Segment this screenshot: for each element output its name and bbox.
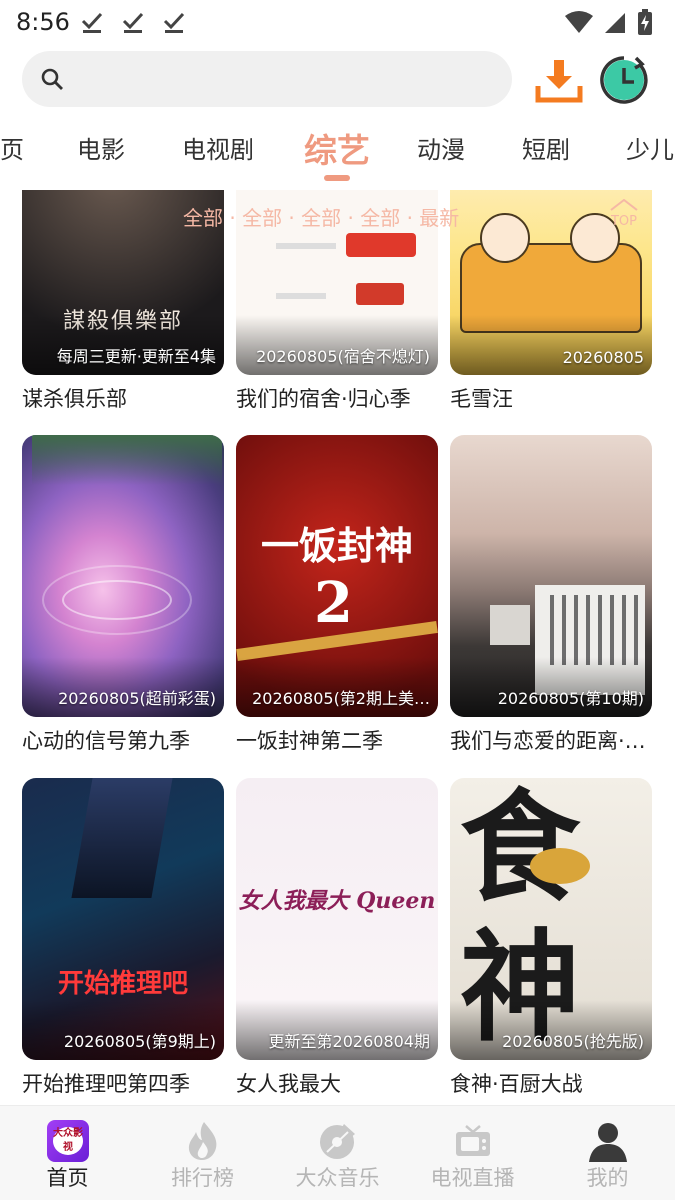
status-time: 8:56 [16,8,70,36]
nav-label: 大众音乐 [295,1166,380,1190]
item-title: 毛雪汪 [450,387,513,411]
filter-summary[interactable]: 全部 · 全部 · 全部 · 全部 · 最新 [183,202,459,231]
list-item[interactable]: 女人我最大 Queen 更新至第20260804期 女人我最大 [236,778,438,1098]
poster-season-number: 2 [314,570,353,636]
tab-variety[interactable]: 综艺 [304,124,370,172]
list-item[interactable]: 开始推理吧 20260805(第9期上) 开始推理吧第四季 [22,778,224,1098]
status-bar: 8:56 [0,0,675,44]
status-badge: 每周三更新·更新至4集 [56,347,216,366]
chevron-up-icon [610,198,638,211]
download-done-icon [81,12,103,33]
poster-title-art: 开始推理吧 [57,969,188,999]
poster-title-art: 一饭封神 [260,523,413,568]
poster: 女人我最大 Queen 更新至第20260804期 [236,778,438,1060]
status-badge: 20260805(超前彩蛋) [58,689,216,708]
tab-tv-series[interactable]: 电视剧 [182,130,254,165]
wifi-icon [565,11,593,33]
top-label: TOP [610,214,637,229]
tab-movies[interactable]: 电影 [77,130,125,165]
tab-kids[interactable]: 少儿 [626,130,674,165]
poster: 开始推理吧 20260805(第9期上) [22,778,224,1060]
status-badge: 20260805(宿舍不熄灯) [256,347,430,366]
list-item[interactable]: 20260805(超前彩蛋) 心动的信号第九季 [22,435,224,755]
item-title: 食神·百厨大战 [450,1072,583,1096]
item-title: 女人我最大 [236,1072,341,1096]
nav-ranking[interactable]: 排行榜 [135,1106,270,1200]
tv-icon [456,1125,490,1156]
download-done-icon [163,12,185,33]
nav-label: 我的 [586,1166,629,1190]
bottom-nav: 大众影视 首页 排行榜 大众音乐 电视直播 我的 [0,1105,675,1200]
download-button[interactable] [534,56,584,106]
back-to-top-button[interactable]: TOP [604,196,644,232]
status-badge: 20260805(抢先版) [502,1032,644,1051]
list-item[interactable]: 一饭封神 2 20260805(第2期上美… 一饭封神第二季 [236,435,438,755]
tab-anime[interactable]: 动漫 [417,130,465,165]
status-badge: 20260805(第10期) [497,689,644,708]
tab-home[interactable]: 页 [0,130,24,165]
item-title: 谋杀俱乐部 [22,387,127,411]
music-disc-icon [320,1124,355,1159]
nav-label: 首页 [46,1166,89,1190]
nav-home[interactable]: 大众影视 首页 [0,1106,135,1200]
app-logo-icon: 大众影视 [47,1120,89,1162]
tab-indicator [324,175,350,181]
status-badge: 20260805(第2期上美… [252,689,430,708]
poster-title-art: 女人我最大 Queen [238,888,436,914]
item-title: 我们与恋爱的距离·… [450,729,646,753]
nav-music[interactable]: 大众音乐 [270,1106,405,1200]
item-title: 我们的宿舍·归心季 [236,387,411,411]
list-item[interactable]: 食神 20260805(抢先版) 食神·百厨大战 [450,778,652,1098]
tab-short-drama[interactable]: 短剧 [522,130,570,165]
poster: 一饭封神 2 20260805(第2期上美… [236,435,438,717]
item-title: 一饭封神第二季 [236,729,383,753]
history-button[interactable] [600,56,648,104]
nav-profile[interactable]: 我的 [540,1106,675,1200]
search-icon [41,68,63,90]
list-item[interactable]: 20260805(第10期) 我们与恋爱的距离·… [450,435,652,755]
status-badge: 20260805 [562,348,644,367]
item-title: 心动的信号第九季 [22,729,190,753]
app-logo-text: 大众影视 [53,1127,83,1155]
poster: 食神 20260805(抢先版) [450,778,652,1060]
signal-icon [605,13,625,33]
fire-icon [188,1122,217,1160]
nav-live-tv[interactable]: 电视直播 [405,1106,540,1200]
poster: 20260805(超前彩蛋) [22,435,224,717]
item-title: 开始推理吧第四季 [22,1072,190,1096]
nav-label: 电视直播 [430,1166,515,1190]
user-icon [589,1123,627,1162]
battery-charging-icon [638,9,652,35]
download-done-icon [122,12,144,33]
poster: 20260805(第10期) [450,435,652,717]
status-badge: 20260805(第9期上) [63,1032,216,1051]
search-input[interactable] [22,51,512,107]
content-grid: 謀殺俱樂部 每周三更新·更新至4集 谋杀俱乐部 20260805(宿舍不熄灯) … [0,190,675,1105]
nav-label: 排行榜 [171,1166,234,1190]
status-badge: 更新至第20260804期 [268,1032,430,1051]
